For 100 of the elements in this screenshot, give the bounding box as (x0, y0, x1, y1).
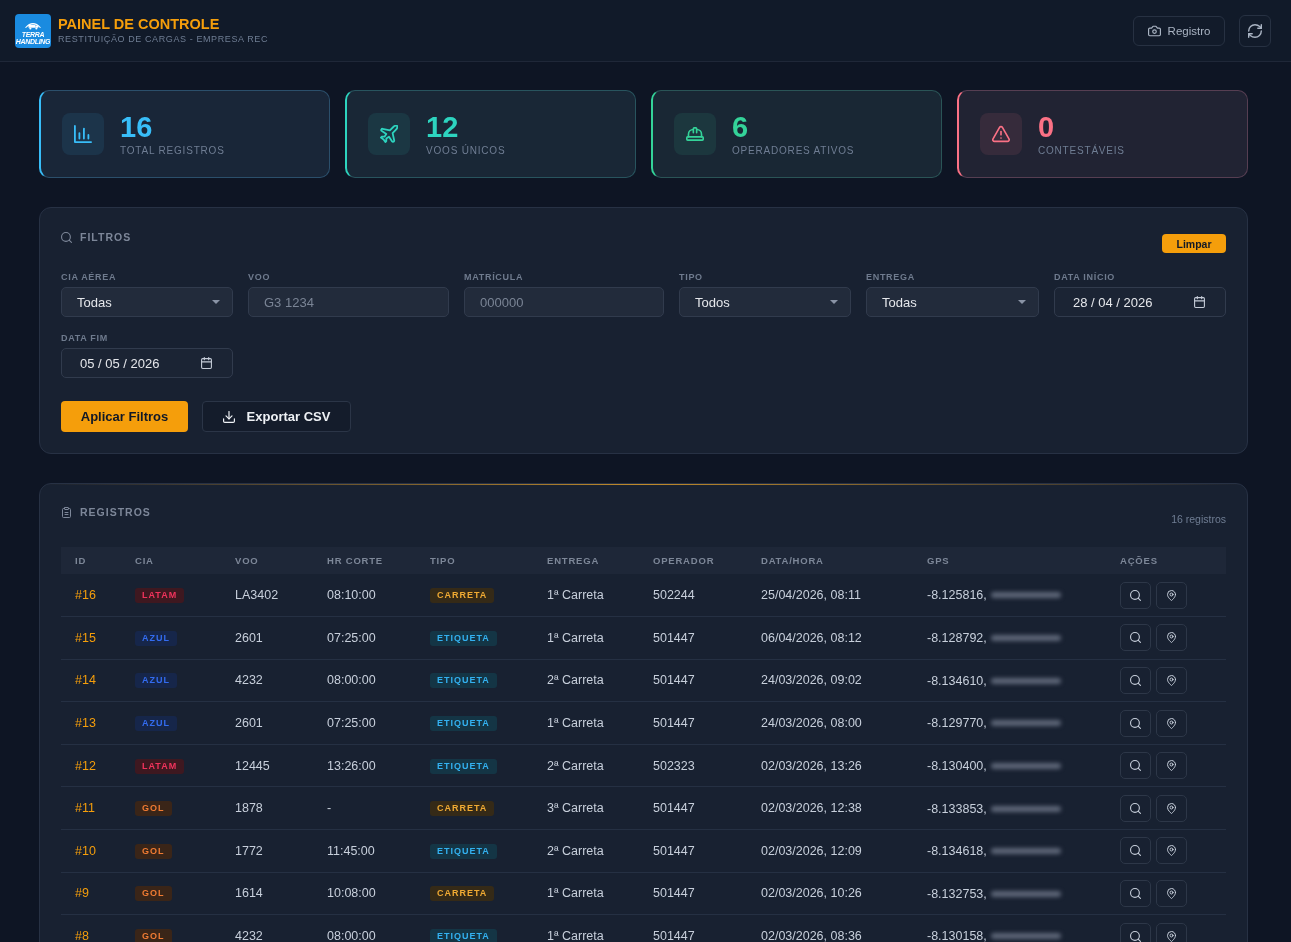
refresh-button[interactable] (1239, 14, 1271, 47)
stat-label: TOTAL REGISTROS (120, 144, 225, 157)
stat-value: 0 (1038, 111, 1056, 142)
airplane-icon (380, 125, 398, 143)
airline-tag: GOL (135, 929, 172, 942)
search-icon (1130, 675, 1141, 686)
table-cell: 1ª Carreta (533, 872, 639, 915)
column-header: CIA (121, 547, 221, 574)
table-cell: 501447 (639, 829, 747, 873)
stat-value: 16 (120, 111, 154, 142)
map-pin-icon (1166, 802, 1177, 814)
table-cell: 3ª Carreta (533, 786, 639, 830)
export-csv-button[interactable]: Exportar CSV (202, 401, 351, 432)
location-button[interactable] (1156, 581, 1187, 609)
select-field[interactable]: Todas (61, 287, 233, 317)
blurred-text (990, 933, 1061, 940)
view-button[interactable] (1120, 581, 1151, 609)
field-label: DATA INÍCIO (1054, 272, 1117, 283)
column-header: TIPO (416, 547, 533, 574)
table-cell: 02/03/2026, 13:26 (747, 744, 913, 787)
date-field[interactable]: 28 / 04 / 2026 (1054, 287, 1226, 317)
input-field[interactable]: G3 1234 (248, 287, 449, 317)
table-cell: 501447 (639, 701, 747, 745)
blurred-text (990, 805, 1061, 812)
register-button[interactable]: Registro (1133, 15, 1225, 46)
table-cell: 501447 (639, 872, 747, 915)
column-header: ID (61, 547, 121, 574)
table-cell: 501447 (639, 659, 747, 702)
table-cell: 1ª Carreta (533, 914, 639, 942)
map-pin-icon (1166, 760, 1177, 772)
table-cell: 07:25:00 (313, 616, 416, 660)
table-cell: #9 (61, 872, 121, 915)
location-button[interactable] (1156, 624, 1187, 652)
table-cell: 2ª Carreta (533, 744, 639, 787)
view-button[interactable] (1120, 709, 1151, 737)
field-label: ENTREGA (866, 272, 916, 283)
calendar-icon (200, 357, 213, 369)
view-button[interactable] (1120, 879, 1151, 907)
gps-coordinate: -8.134610, (927, 673, 987, 688)
type-tag: CARRETA (430, 801, 495, 817)
type-tag: ETIQUETA (430, 929, 497, 942)
column-header: VOO (221, 547, 313, 574)
table-cell: 08:00:00 (313, 914, 416, 942)
view-button[interactable] (1120, 922, 1151, 942)
table-cell: 02/03/2026, 12:09 (747, 829, 913, 873)
gps-coordinate: -8.129770, (927, 716, 987, 731)
view-button[interactable] (1120, 794, 1151, 822)
select-field[interactable]: Todos (679, 287, 851, 317)
location-button[interactable] (1156, 879, 1187, 907)
gps-coordinate: -8.130158, (927, 929, 987, 942)
date-field[interactable]: 05 / 05 / 2026 (61, 348, 233, 378)
table-cell: #10 (61, 829, 121, 873)
map-pin-icon (1166, 887, 1177, 899)
airline-tag: LATAM (135, 758, 185, 774)
download-icon (222, 410, 235, 423)
table-cell: 02/03/2026, 08:36 (747, 914, 913, 942)
clear-button[interactable]: Limpar (1162, 234, 1226, 253)
location-button[interactable] (1156, 922, 1187, 942)
table-cell: 02/03/2026, 10:26 (747, 872, 913, 915)
field-label: CIA AÉREA (61, 272, 118, 283)
map-pin-icon (1166, 675, 1177, 686)
select-field[interactable]: Todas (866, 287, 1039, 317)
table-cell: 1614 (221, 872, 313, 915)
map-pin-icon (1166, 717, 1177, 729)
view-button[interactable] (1120, 752, 1151, 780)
apply-filters-button[interactable]: Aplicar Filtros (61, 401, 188, 432)
type-tag: ETIQUETA (430, 630, 497, 646)
location-button[interactable] (1156, 837, 1187, 865)
table-cell: 08:10:00 (313, 574, 416, 617)
clipboard-icon (61, 506, 72, 518)
table-cell: 501447 (639, 616, 747, 660)
field-label: DATA FIM (61, 333, 109, 344)
blurred-text (990, 635, 1061, 642)
caret-icon (212, 300, 220, 304)
view-button[interactable] (1120, 837, 1151, 865)
table-cell: 2601 (221, 616, 313, 660)
gps-coordinate: -8.132753, (927, 886, 987, 901)
type-tag: ETIQUETA (430, 716, 497, 732)
gps-coordinate: -8.128792, (927, 631, 987, 646)
location-button[interactable] (1156, 794, 1187, 822)
table-cell: 24/03/2026, 08:00 (747, 701, 913, 745)
view-button[interactable] (1120, 624, 1151, 652)
input-field[interactable]: 000000 (464, 287, 664, 317)
location-button[interactable] (1156, 752, 1187, 780)
table-cell: #13 (61, 701, 121, 745)
location-button[interactable] (1156, 667, 1187, 694)
column-header: AÇÕES (1106, 547, 1226, 574)
section-title: REGISTROS (80, 505, 151, 519)
type-tag: CARRETA (430, 588, 495, 604)
gps-coordinate: -8.125816, (927, 588, 987, 603)
stat-value: 12 (426, 111, 460, 142)
location-button[interactable] (1156, 709, 1187, 737)
table-cell: 2ª Carreta (533, 829, 639, 873)
blurred-text (990, 677, 1061, 684)
map-pin-icon (1166, 845, 1177, 857)
table-cell: 4232 (221, 659, 313, 702)
table-cell: 24/03/2026, 09:02 (747, 659, 913, 702)
search-icon (1130, 802, 1141, 814)
search-icon (1130, 930, 1141, 942)
view-button[interactable] (1120, 667, 1151, 694)
